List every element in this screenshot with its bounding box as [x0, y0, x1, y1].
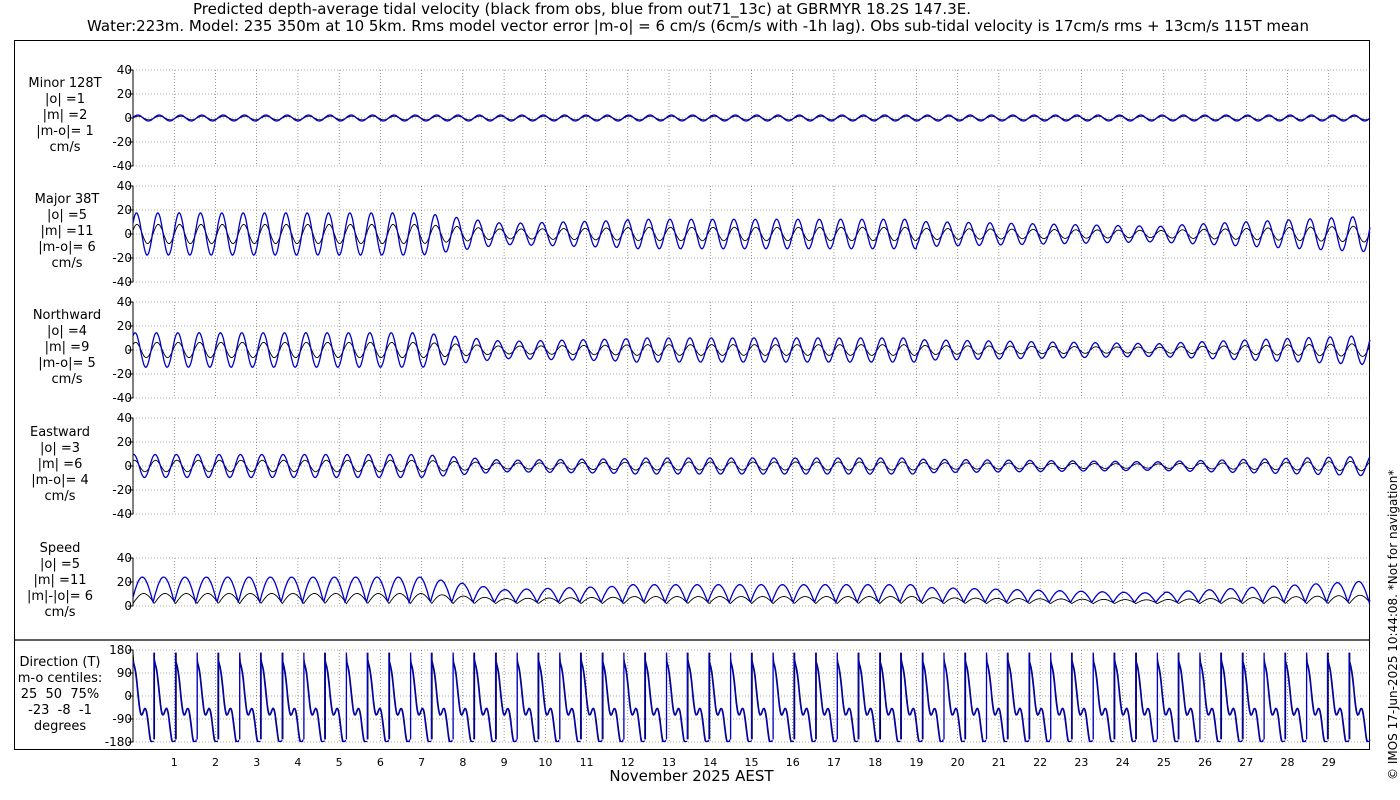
y-tick-label: 20	[117, 575, 132, 589]
y-tick-label: -180	[105, 735, 132, 749]
panel-direction: 180 90 0 -90 -180	[105, 643, 1371, 749]
y-tick-label: 20	[117, 203, 132, 217]
y-tick-label: -40	[112, 507, 132, 521]
panel-major: 40 20 0 -20 -40	[112, 179, 1371, 289]
y-tick-label: 0	[124, 689, 132, 703]
y-tick-label: -40	[112, 275, 132, 289]
panel-speed: 40 20 0	[117, 551, 1371, 613]
y-tick-label: 40	[117, 551, 132, 565]
copyright-notice: © IMOS 17-Jun-2025 10:44:08. *Not for na…	[1386, 469, 1400, 780]
y-tick-label: 40	[117, 63, 132, 77]
tidal-velocity-chart: 1 2 3 4 5 6 7 8 9 10 11 12 13 14 15 16 17 18 19 20 21 22 23 24 2…	[14, 63, 1371, 769]
x-axis-label: November 2025 AEST	[609, 767, 774, 785]
y-tick-label: 0	[124, 459, 132, 473]
panel-label-direction: Direction (T) m-o centiles: 25 50 75% -2…	[17, 655, 103, 734]
y-tick-label: -20	[112, 251, 132, 265]
y-tick-label: -90	[112, 712, 132, 726]
panel-label-speed: Speed |o| =5 |m| =11 |m|-|o|= 6 cm/s	[26, 541, 94, 620]
panel-label-major: Major 38T |o| =5 |m| =11 |m-o|= 6 cm/s	[34, 192, 100, 271]
y-tick-label: 0	[124, 111, 132, 125]
y-tick-label: 40	[117, 179, 132, 193]
y-tick-label: 0	[124, 599, 132, 613]
y-tick-label: 40	[117, 295, 132, 309]
y-tick-label: 20	[117, 87, 132, 101]
panel-label-eastward: Eastward |o| =3 |m| =6 |m-o|= 4 cm/s	[29, 425, 91, 504]
y-tick-label: -40	[112, 159, 132, 173]
y-tick-label: -20	[112, 483, 132, 497]
y-tick-label: 0	[124, 227, 132, 241]
y-tick-label: -20	[112, 367, 132, 381]
y-tick-label: 20	[117, 435, 132, 449]
y-tick-label: -40	[112, 391, 132, 405]
y-tick-label: 0	[124, 343, 132, 357]
y-tick-label: -20	[112, 135, 132, 149]
y-tick-label: 40	[117, 411, 132, 425]
series-line-model	[132, 576, 1371, 605]
y-tick-label: 20	[117, 319, 132, 333]
y-tick-label: 90	[117, 666, 132, 680]
panel-label-northward: Northward |o| =4 |m| =9 |m-o|= 5 cm/s	[32, 308, 102, 387]
y-tick-label: 180	[109, 643, 132, 657]
panel-label-minor: Minor 128T |o| =1 |m| =2 |m-o|= 1 cm/s	[28, 76, 102, 155]
panel-eastward: 40 20 0 -20 -40	[112, 411, 1371, 521]
panel-northward: 40 20 0 -20 -40	[112, 295, 1371, 405]
panel-minor: 40 20 0 -20 -40	[112, 63, 1371, 173]
